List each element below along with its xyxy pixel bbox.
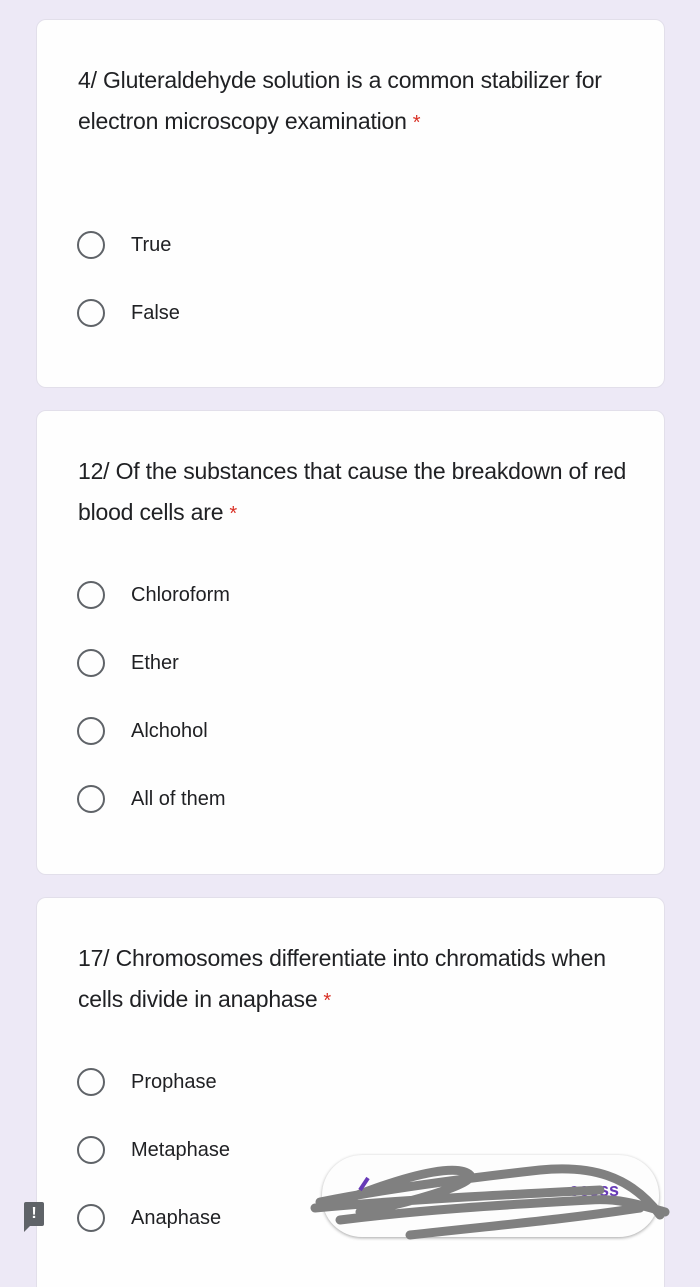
option-anaphase[interactable]: Anaphase (77, 1201, 221, 1235)
radio-button-icon[interactable] (77, 299, 105, 327)
option-label: Anaphase (131, 1206, 222, 1229)
question-title: 17/ Chromosomes differentiate into chrom… (78, 945, 606, 1012)
option-label: Metaphase (131, 1138, 230, 1161)
option-all-of-them[interactable]: All of them (77, 782, 225, 816)
option-label: Ether (131, 651, 179, 674)
option-true[interactable]: True (77, 228, 171, 262)
report-issue-icon[interactable]: ! (24, 1202, 44, 1232)
option-label: Alchohol (131, 719, 208, 742)
option-metaphase[interactable]: Metaphase (77, 1133, 230, 1167)
required-asterisk: * (412, 112, 421, 134)
question-card-4: 4/ Gluteraldehyde solution is a common s… (36, 19, 665, 388)
question-card-12: 12/ Of the substances that cause the bre… (36, 410, 665, 875)
radio-button-icon[interactable] (77, 1068, 105, 1096)
option-label: All of them (131, 787, 226, 810)
option-label: Chloroform (131, 583, 230, 606)
option-label: Prophase (131, 1070, 217, 1093)
required-asterisk: * (229, 503, 237, 525)
option-false[interactable]: False (77, 296, 180, 330)
question-title: 4/ Gluteraldehyde solution is a common s… (78, 67, 602, 134)
radio-button-icon[interactable] (77, 1204, 105, 1232)
radio-button-icon[interactable] (77, 231, 105, 259)
radio-button-icon[interactable] (77, 1136, 105, 1164)
radio-button-icon[interactable] (77, 649, 105, 677)
option-label: False (131, 301, 180, 324)
required-asterisk: * (323, 990, 332, 1012)
question-title: 12/ Of the substances that cause the bre… (78, 458, 627, 525)
option-label: True (131, 233, 172, 256)
scribble-redaction (310, 1164, 670, 1240)
option-alchohol[interactable]: Alchohol (77, 714, 208, 748)
option-chloroform[interactable]: Chloroform (77, 578, 230, 612)
radio-button-icon[interactable] (77, 581, 105, 609)
option-prophase[interactable]: Prophase (77, 1065, 217, 1099)
option-ether[interactable]: Ether (77, 646, 179, 680)
radio-button-icon[interactable] (77, 717, 105, 745)
radio-button-icon[interactable] (77, 785, 105, 813)
